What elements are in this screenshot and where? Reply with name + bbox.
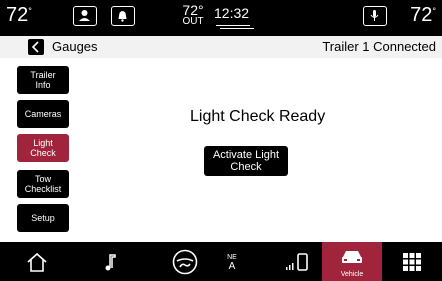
chevron-left-icon	[31, 41, 39, 53]
microphone-icon	[370, 10, 379, 21]
activate-button-label: Activate Light Check	[212, 149, 280, 173]
light-check-status: Light Check Ready	[190, 108, 326, 125]
passenger-temperature[interactable]: 72°	[410, 4, 436, 27]
nav-climate[interactable]	[148, 242, 222, 281]
sidebar-item-cameras[interactable]: Cameras	[17, 100, 69, 128]
sidebar-item-label: Tow Checklist	[24, 174, 62, 194]
driver-temp-unit: °	[28, 6, 32, 16]
bell-icon	[118, 11, 127, 22]
steering-climate-icon	[172, 249, 198, 274]
compass-arrow-icon: A	[228, 260, 236, 272]
phone-signal-icon	[286, 252, 308, 271]
driver-temperature[interactable]: 72°	[6, 4, 32, 27]
clock-underline	[216, 25, 254, 29]
sidebar-item-trailer-info[interactable]: Trailer Info	[17, 66, 69, 94]
sidebar-item-setup[interactable]: Setup	[17, 204, 69, 232]
driver-seat-button[interactable]	[73, 6, 97, 26]
outside-temp-label: OUT	[182, 16, 204, 27]
apps-grid-icon	[403, 252, 421, 271]
home-icon	[27, 252, 47, 272]
sidebar-item-label: Trailer Info	[30, 70, 56, 90]
outside-temperature: 72° OUT	[180, 3, 206, 27]
nav-compass[interactable]: NE A	[222, 242, 242, 281]
passenger-temp-unit: °	[432, 6, 436, 16]
nav-media[interactable]	[74, 242, 148, 281]
sidebar-item-light-check[interactable]: Light Check	[17, 134, 69, 162]
driver-temp-value: 72	[6, 4, 29, 26]
sidebar-item-label: Light Check	[30, 138, 56, 158]
back-button[interactable]	[28, 39, 44, 55]
music-note-icon	[105, 253, 116, 270]
page-header: Gauges Trailer 1 Connected	[0, 36, 442, 58]
trailer-status: Trailer 1 Connected	[322, 39, 436, 54]
status-bar: 72° 72° OUT 12:32 72°	[0, 0, 442, 36]
sidebar-item-tow-checklist[interactable]: Tow Checklist	[17, 170, 69, 198]
sidebar-item-label: Setup	[31, 213, 55, 223]
page-title: Gauges	[52, 39, 98, 54]
heated-wheel-button[interactable]	[111, 6, 135, 26]
passenger-temp-value: 72	[410, 4, 433, 26]
main-content: Trailer Info Cameras Light Check Tow Che…	[0, 58, 442, 242]
nav-home[interactable]	[0, 242, 74, 281]
nav-vehicle-label: Vehicle	[340, 271, 364, 278]
sidebar-item-label: Cameras	[24, 109, 62, 119]
seat-heat-icon	[79, 10, 90, 21]
activate-light-check-button[interactable]: Activate Light Check	[204, 146, 288, 176]
bottom-navigation: NE A Vehicle	[0, 242, 442, 281]
nav-vehicle[interactable]: Vehicle	[322, 242, 382, 281]
vehicle-icon	[342, 250, 362, 263]
clock: 12:32	[214, 5, 250, 21]
nav-apps[interactable]	[382, 242, 442, 281]
voice-button[interactable]	[363, 6, 387, 26]
